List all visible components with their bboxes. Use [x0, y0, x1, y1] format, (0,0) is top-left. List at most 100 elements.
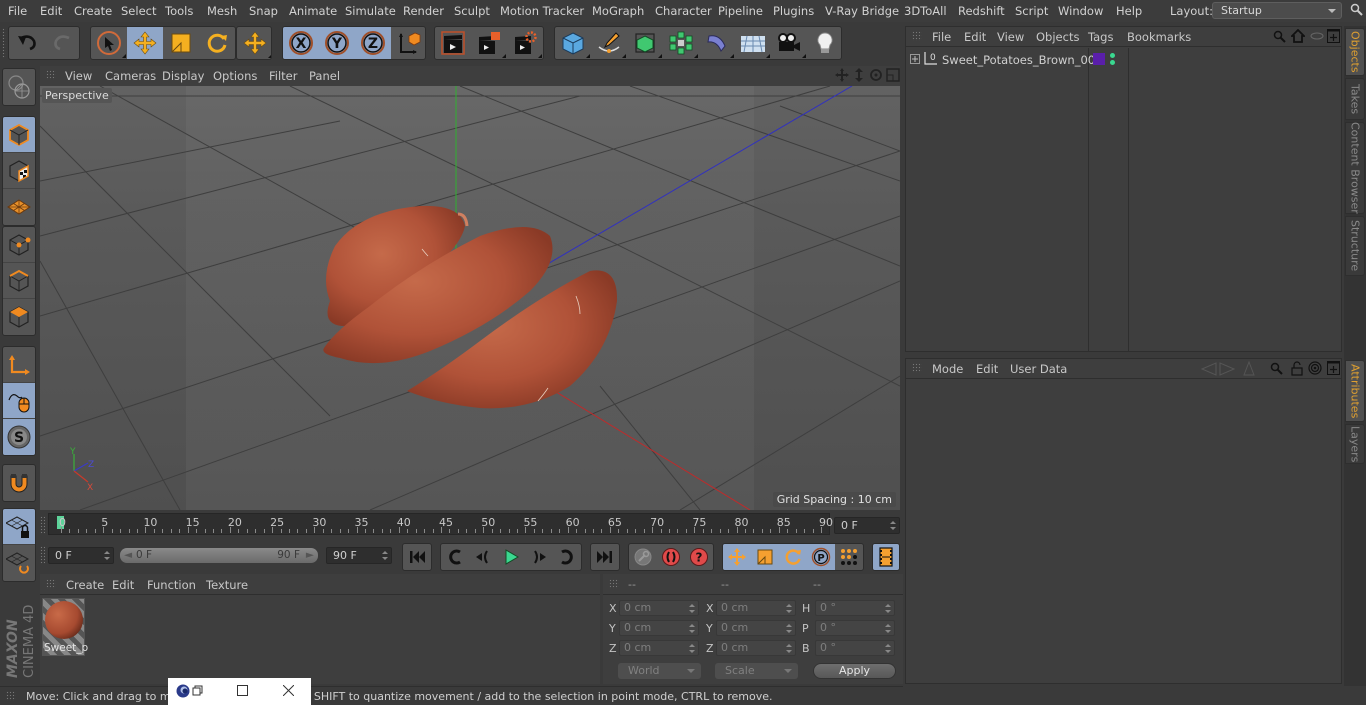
tab-objects[interactable]: Objects [1345, 28, 1365, 76]
material-menu-create[interactable]: Create [66, 578, 104, 592]
camera-label[interactable]: Perspective [42, 88, 112, 103]
key-rotation-button[interactable] [779, 544, 807, 570]
material-menu-edit[interactable]: Edit [112, 578, 134, 592]
motion-path-button[interactable] [629, 544, 657, 570]
coordinate-system-button[interactable] [391, 27, 425, 59]
end-frame-field[interactable]: 90 F [326, 547, 392, 564]
enable-axis-button[interactable] [3, 347, 35, 383]
timeline-window-button[interactable] [873, 544, 899, 570]
close-icon[interactable] [283, 685, 294, 696]
render-picture-viewer-button[interactable] [471, 27, 507, 59]
size-mode-dropdown[interactable]: Scale [715, 663, 798, 679]
key-parameter-button[interactable]: P [807, 544, 835, 570]
rotation-b-field[interactable]: 0 ° [815, 640, 895, 656]
viewport-menu-display[interactable]: Display [162, 69, 204, 83]
prev-frame-button[interactable] [469, 544, 497, 570]
am-menu-mode[interactable]: Mode [932, 362, 963, 376]
size-x-field[interactable]: 0 cm [716, 600, 796, 616]
viewport-menu-filter[interactable]: Filter [269, 69, 297, 83]
om-menu-edit[interactable]: Edit [964, 30, 986, 44]
key-position-button[interactable] [723, 544, 751, 570]
menu-select[interactable]: Select [121, 4, 156, 18]
3d-viewport[interactable]: Y Z X Perspective Grid Spacing : 10 cm [40, 86, 900, 510]
camera-button[interactable] [771, 27, 807, 59]
material-menu-texture[interactable]: Texture [206, 578, 248, 592]
range-left-arrow-icon[interactable]: ◄ [124, 549, 132, 561]
material-menu-function[interactable]: Function [147, 578, 196, 592]
restore-icon[interactable] [192, 685, 203, 696]
scale-tool[interactable] [163, 27, 199, 59]
menu-animate[interactable]: Animate [289, 4, 337, 18]
next-key-button[interactable] [553, 544, 581, 570]
menu-edit[interactable]: Edit [40, 4, 62, 18]
menu-character[interactable]: Character [655, 4, 712, 18]
menu-simulate[interactable]: Simulate [345, 4, 396, 18]
spinner-icon[interactable] [104, 551, 110, 560]
render-view-button[interactable] [435, 27, 471, 59]
y-axis-lock[interactable]: Y [319, 27, 355, 59]
spinner-icon[interactable] [890, 521, 896, 530]
search-icon[interactable] [1273, 30, 1287, 44]
undo-button[interactable] [9, 27, 45, 59]
toolbar-grip[interactable] [2, 28, 6, 58]
viewport-grip[interactable] [46, 70, 56, 80]
layout-dropdown[interactable]: Startup [1212, 2, 1342, 19]
search-icon[interactable] [1270, 362, 1284, 376]
transport-grip[interactable] [40, 546, 45, 564]
viewport-menu-panel[interactable]: Panel [309, 69, 340, 83]
key-pla-button[interactable] [835, 544, 863, 570]
position-x-field[interactable]: 0 cm [619, 600, 699, 616]
up-arrow-icon[interactable] [1243, 361, 1255, 376]
record-key-button[interactable] [657, 544, 685, 570]
visibility-icon[interactable] [1310, 31, 1324, 41]
viewport-menu-options[interactable]: Options [213, 69, 257, 83]
coordinates-grip[interactable] [609, 579, 619, 589]
current-frame-field[interactable]: 0 F [834, 517, 900, 534]
tab-structure[interactable]: Structure [1345, 216, 1365, 276]
menu-mograph[interactable]: MoGraph [592, 4, 644, 18]
solo-button[interactable]: S [3, 419, 35, 455]
menu-help[interactable]: Help [1116, 4, 1142, 18]
make-editable-button[interactable] [3, 69, 35, 105]
search-icon[interactable] [1350, 3, 1364, 17]
lock-workplane-button[interactable] [3, 509, 35, 545]
menu-plugins[interactable]: Plugins [773, 4, 814, 18]
prev-key-button[interactable] [441, 544, 469, 570]
position-y-field[interactable]: 0 cm [619, 620, 699, 636]
range-right-arrow-icon[interactable]: ► [306, 549, 314, 561]
viewport-menu-cameras[interactable]: Cameras [105, 69, 156, 83]
play-button[interactable] [497, 544, 525, 570]
orbit-icon[interactable] [869, 68, 883, 82]
goto-end-button[interactable] [591, 544, 619, 570]
am-menu-user-data[interactable]: User Data [1010, 362, 1067, 376]
cube-button[interactable] [555, 27, 591, 59]
menu-pipeline[interactable]: Pipeline [718, 4, 763, 18]
tab-layers[interactable]: Layers [1345, 424, 1365, 464]
menu-script[interactable]: Script [1015, 4, 1048, 18]
om-menu-objects[interactable]: Objects [1036, 30, 1079, 44]
menu-3dtoall[interactable]: 3DToAll [904, 4, 947, 18]
material-thumbnail[interactable]: Sweet_p [42, 598, 88, 656]
preview-range-slider[interactable]: ◄ 0 F 90 F ► [120, 548, 318, 563]
redo-button[interactable] [45, 27, 79, 59]
timeline-ruler[interactable]: 0 5 10 15 20 25 30 35 40 45 50 55 60 65 70 75 80 85 90 [48, 513, 833, 535]
expand-icon[interactable] [910, 54, 920, 64]
snap-button[interactable] [3, 465, 35, 501]
edges-mode-button[interactable] [3, 263, 35, 299]
render-visibility-dot[interactable] [1110, 60, 1115, 65]
spinner-icon[interactable] [382, 551, 388, 560]
tab-content-browser[interactable]: Content Browser [1345, 122, 1365, 214]
coordinate-mode-dropdown[interactable]: World [618, 663, 701, 679]
back-forward-icon[interactable] [1200, 362, 1236, 376]
new-panel-icon[interactable] [1327, 29, 1340, 43]
workplane-mode-button[interactable] [3, 189, 35, 225]
target-icon[interactable] [1308, 361, 1322, 375]
am-menu-edit[interactable]: Edit [976, 362, 998, 376]
pen-spline-button[interactable] [591, 27, 627, 59]
cloner-button[interactable] [663, 27, 699, 59]
om-menu-tags[interactable]: Tags [1088, 30, 1113, 44]
tab-attributes[interactable]: Attributes [1345, 360, 1365, 422]
material-grip[interactable] [46, 579, 56, 589]
tweak-mode-button[interactable] [3, 383, 35, 419]
bend-deformer-button[interactable] [699, 27, 735, 59]
